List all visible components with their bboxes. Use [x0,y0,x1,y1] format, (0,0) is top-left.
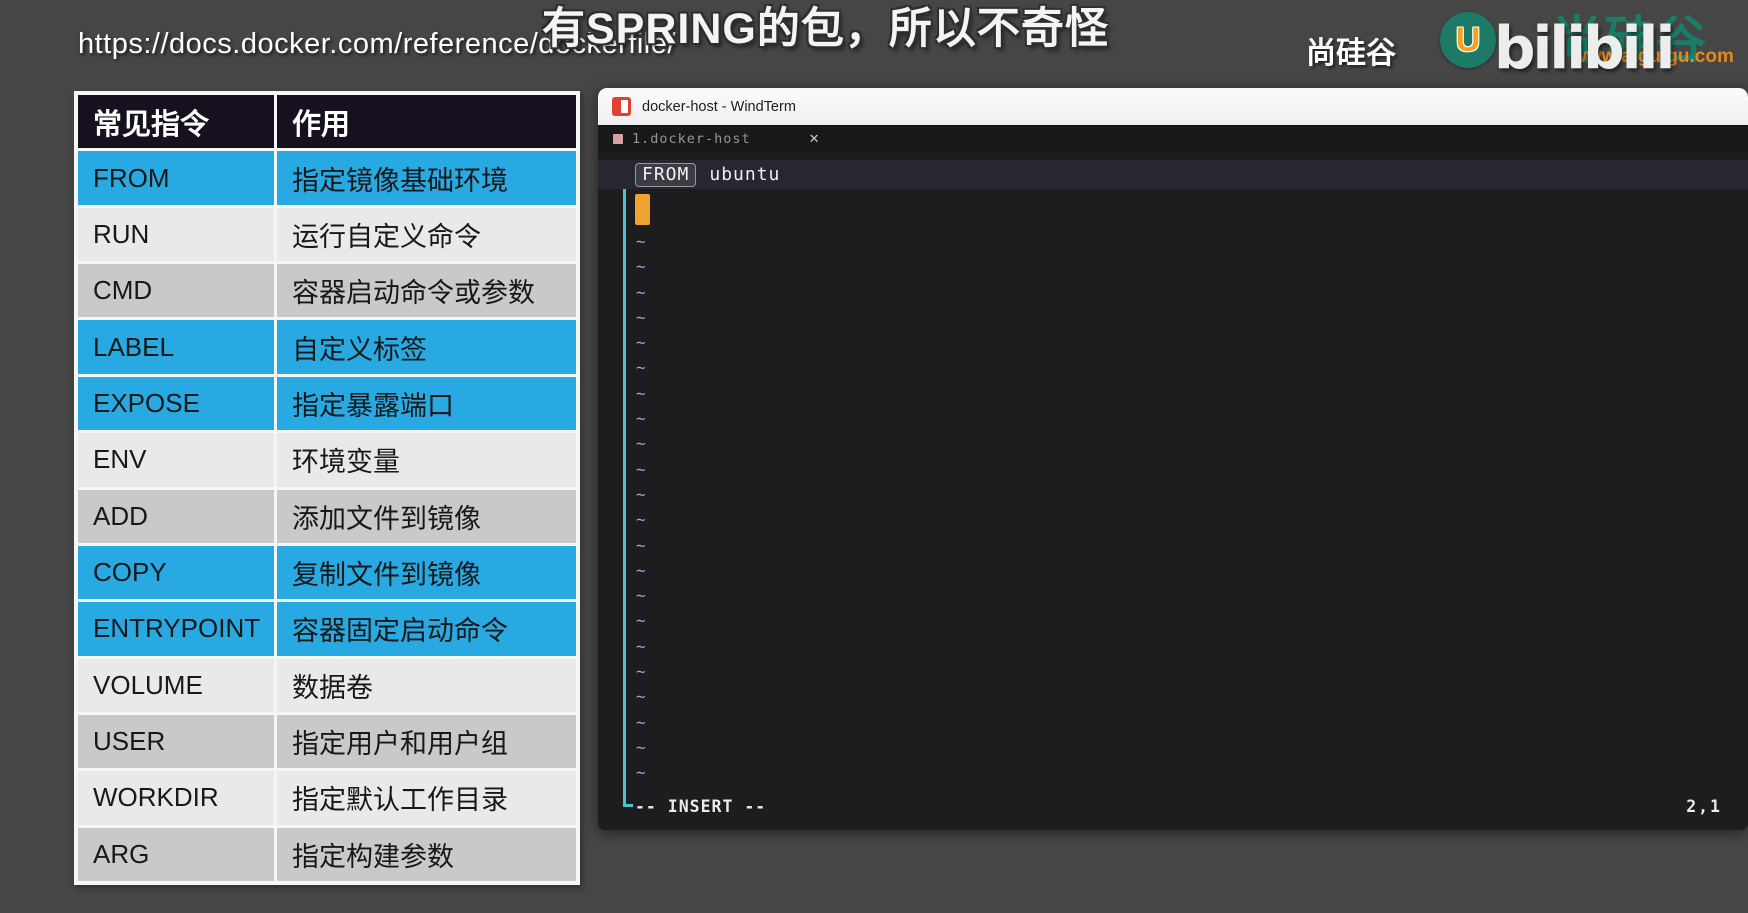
screen: https://docs.docker.com/reference/docker… [0,0,1748,913]
argument-ubuntu: ubuntu [709,164,780,185]
text-cursor [635,194,650,225]
tilde-row: ~ [636,637,646,662]
window-titlebar[interactable]: docker-host - WindTerm [598,88,1748,126]
indent-guide-line [623,162,633,807]
table-row: FROM 指定镜像基础环境 [78,151,576,204]
table-row: ADD 添加文件到镜像 [78,490,576,543]
editor-area[interactable]: FROM ubuntu ~~~~~~~~~~~~~~~~~~~~~~ -- IN… [598,152,1748,829]
cmd-cell: CMD [78,264,274,317]
table-header-row: 常见指令 作用 [78,95,576,148]
cmd-cell: ARG [78,828,274,881]
cmd-cell: RUN [78,208,274,261]
tilde-row: ~ [636,611,646,636]
table-row: CMD 容器启动命令或参数 [78,264,576,317]
atguigu-logo-icon: U [1440,12,1496,68]
tilde-row: ~ [636,586,646,611]
desc-cell: 指定构建参数 [277,828,576,881]
brand-name: 尚硅谷 [1306,28,1396,72]
desc-cell: 容器固定启动命令 [277,602,576,655]
desc-cell: 复制文件到镜像 [277,546,576,599]
desc-cell: 运行自定义命令 [277,208,576,261]
table-row: COPY 复制文件到镜像 [78,546,576,599]
cmd-cell: USER [78,715,274,768]
tilde-row: ~ [636,713,646,738]
table-row: ENTRYPOINT 容器固定启动命令 [78,602,576,655]
tilde-row: ~ [636,308,646,333]
cmd-cell: ENV [78,433,274,486]
table-row: RUN 运行自定义命令 [78,208,576,261]
tilde-row: ~ [636,536,646,561]
table-row: WORKDIR 指定默认工作目录 [78,771,576,824]
desc-cell: 环境变量 [277,433,576,486]
table-row: ARG 指定构建参数 [78,828,576,881]
cursor-position: 2,1 [1686,797,1722,816]
tilde-row: ~ [636,409,646,434]
video-title-overlay: 有SPRING的包，所以不奇怪 [542,0,1109,56]
docker-commands-table: 常见指令 作用 FROM 指定镜像基础环境 RUN 运行自定义命令 CMD 容器… [74,91,580,885]
windterm-app-icon [612,97,631,116]
cmd-cell: LABEL [78,320,274,373]
desc-cell: 自定义标签 [277,320,576,373]
tilde-row: ~ [636,434,646,459]
tilde-row: ~ [636,662,646,687]
table-row: ENV 环境变量 [78,433,576,486]
atguigu-logo-letter: U [1456,21,1481,60]
table-row: VOLUME 数据卷 [78,659,576,712]
tilde-row: ~ [636,358,646,383]
tilde-row: ~ [636,738,646,763]
vim-mode-status: -- INSERT -- [635,797,766,816]
desc-cell: 指定用户和用户组 [277,715,576,768]
desc-cell: 指定默认工作目录 [277,771,576,824]
desc-cell: 添加文件到镜像 [277,490,576,543]
tilde-row: ~ [636,232,646,257]
cmd-cell: ENTRYPOINT [78,602,274,655]
desc-cell: 指定暴露端口 [277,377,576,430]
terminal-window: docker-host - WindTerm 1.docker-host ✕ F… [598,88,1748,830]
cmd-cell: EXPOSE [78,377,274,430]
tilde-row: ~ [636,283,646,308]
header-cell-purpose: 作用 [277,95,576,148]
tilde-row: ~ [636,561,646,586]
tab-bar: 1.docker-host ✕ [598,126,1748,152]
tilde-row: ~ [636,687,646,712]
table-row: EXPOSE 指定暴露端口 [78,377,576,430]
cmd-cell: ADD [78,490,274,543]
tab-docker-host[interactable]: 1.docker-host ✕ [613,131,820,147]
tilde-column: ~~~~~~~~~~~~~~~~~~~~~~ [636,232,646,789]
cmd-cell: FROM [78,151,274,204]
editor-line-1: FROM ubuntu [598,160,1748,189]
tilde-row: ~ [636,485,646,510]
cmd-cell: COPY [78,546,274,599]
desc-cell: 数据卷 [277,659,576,712]
tilde-row: ~ [636,333,646,358]
table-row: USER 指定用户和用户组 [78,715,576,768]
tab-label: 1.docker-host [632,131,751,147]
keyword-from: FROM [635,163,696,187]
cmd-cell: WORKDIR [78,771,274,824]
cmd-cell: VOLUME [78,659,274,712]
header-cell-command: 常见指令 [78,95,274,148]
tab-status-icon [613,134,623,144]
tilde-row: ~ [636,384,646,409]
window-title: docker-host - WindTerm [642,99,796,115]
bilibili-logo: bilibili [1494,13,1672,82]
table-row: LABEL 自定义标签 [78,320,576,373]
tilde-row: ~ [636,510,646,535]
tilde-row: ~ [636,763,646,788]
desc-cell: 容器启动命令或参数 [277,264,576,317]
tilde-row: ~ [636,257,646,282]
desc-cell: 指定镜像基础环境 [277,151,576,204]
tilde-row: ~ [636,460,646,485]
tab-close-icon[interactable]: ✕ [809,131,820,147]
